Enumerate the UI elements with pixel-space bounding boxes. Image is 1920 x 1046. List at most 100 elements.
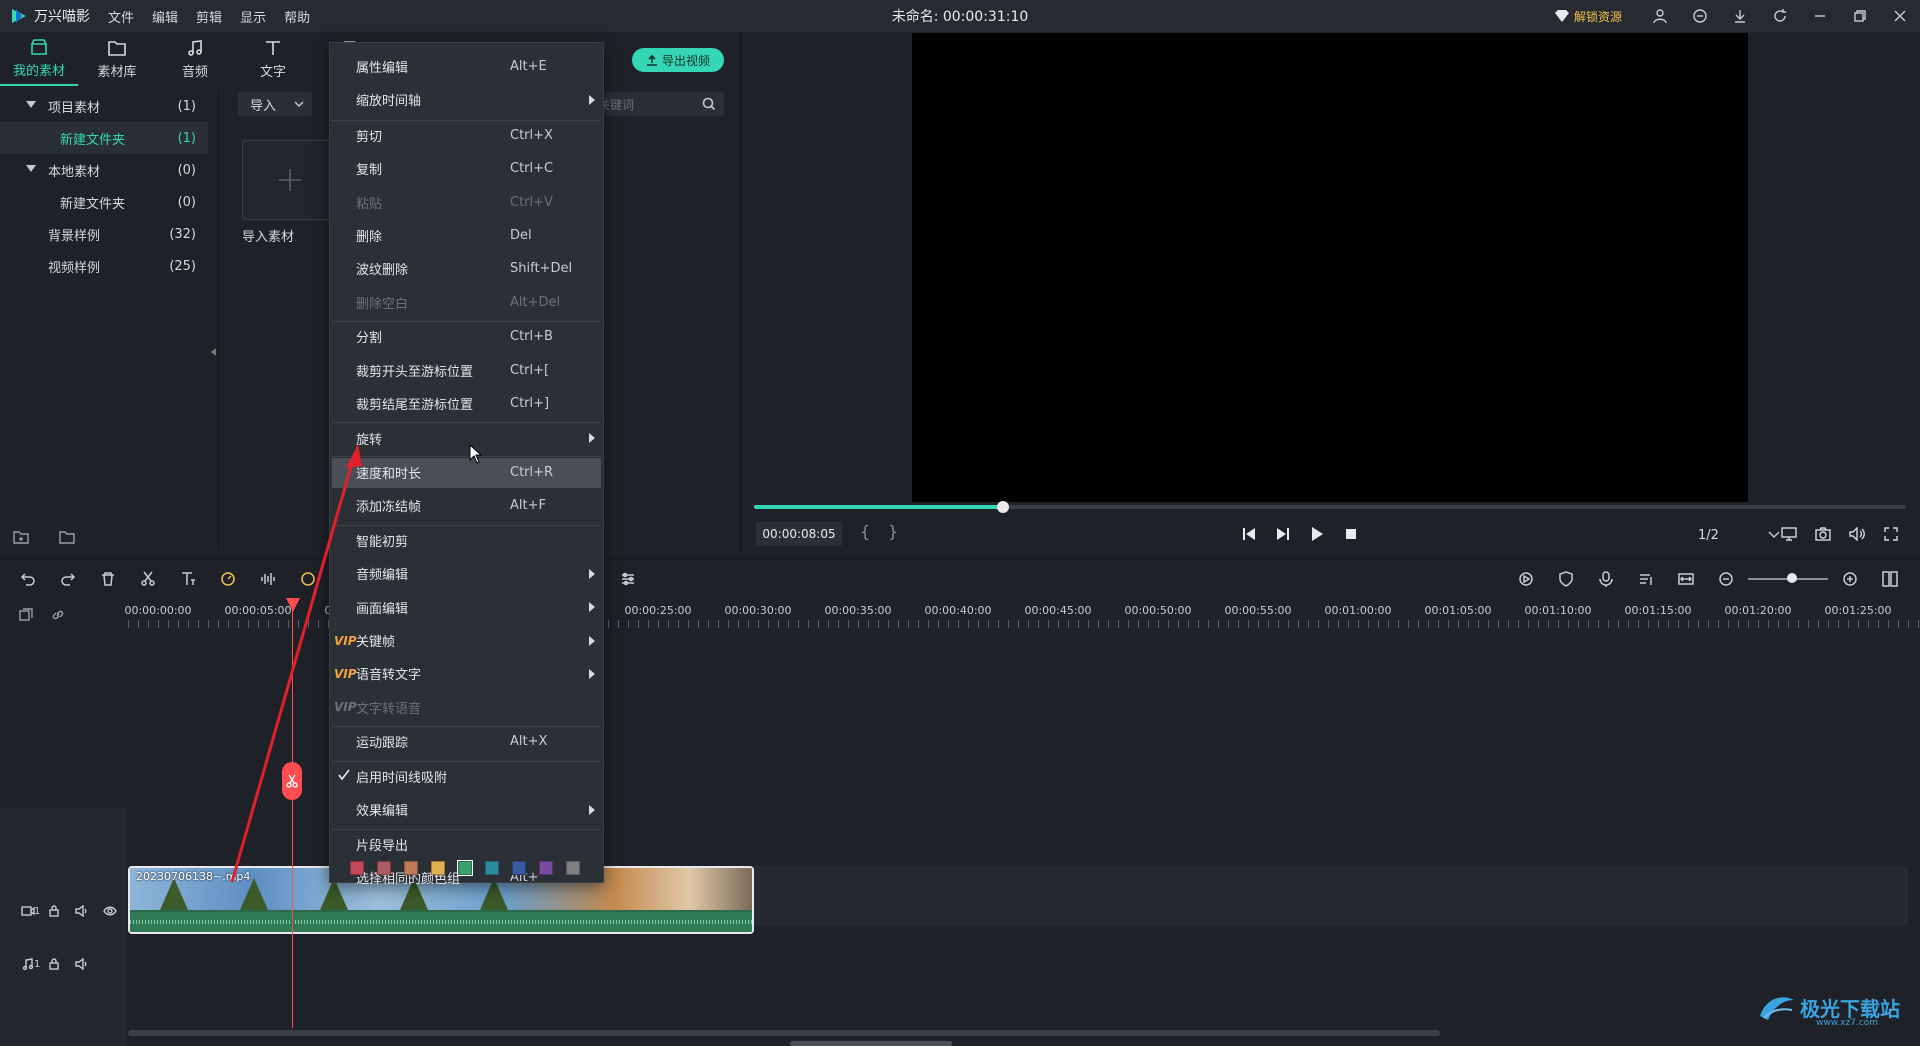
tree-item-new-folder-2[interactable]: 新建文件夹 (0) <box>0 186 208 218</box>
tree-item-new-folder-1[interactable]: 新建文件夹 (1) <box>0 122 208 154</box>
zoom-out-button[interactable] <box>1714 567 1738 591</box>
menu-item[interactable]: 音频编辑 <box>332 559 601 589</box>
lock-track-button[interactable] <box>40 954 68 974</box>
menu-item[interactable]: 运动跟踪 Alt+X <box>332 727 601 757</box>
restore-button[interactable] <box>1840 0 1880 32</box>
account-button[interactable] <box>1640 0 1680 32</box>
hide-track-button[interactable] <box>96 901 124 921</box>
mute-track-button[interactable] <box>68 954 96 974</box>
color-swatch[interactable] <box>431 861 445 875</box>
new-folder-button[interactable] <box>10 526 32 548</box>
lock-track-button[interactable] <box>40 901 68 921</box>
undo-button[interactable] <box>16 567 40 591</box>
menu-item[interactable]: VIP 语音转文字 <box>332 659 601 689</box>
tree-item-video-samples[interactable]: 视频样例 (25) <box>0 250 208 282</box>
timeline-scrollbar[interactable] <box>128 1030 1440 1036</box>
fit-timeline-button[interactable] <box>1674 567 1698 591</box>
import-dropdown[interactable]: 导入 <box>238 92 312 116</box>
tree-item-project-media[interactable]: 项目素材 (1) <box>0 90 208 122</box>
volume-button[interactable] <box>1840 522 1874 546</box>
record-voice-button[interactable] <box>1594 567 1618 591</box>
layout-button[interactable] <box>1878 567 1902 591</box>
add-track-button[interactable] <box>10 606 42 624</box>
menu-item[interactable]: 裁剪结尾至游标位置 Ctrl+] <box>332 388 601 418</box>
menu-file[interactable]: 文件 <box>108 7 134 26</box>
menu-item[interactable]: 效果编辑 <box>332 795 601 825</box>
menu-clip[interactable]: 剪辑 <box>196 7 222 26</box>
menu-item[interactable]: 旋转 <box>332 423 601 453</box>
menu-edit[interactable]: 编辑 <box>152 7 178 26</box>
menu-item[interactable]: 智能初剪 <box>332 526 601 556</box>
play-button[interactable] <box>1300 522 1334 546</box>
tab-text[interactable]: 文字 <box>234 32 312 86</box>
zoom-slider-handle[interactable] <box>1787 573 1797 583</box>
menu-item[interactable]: 添加冻结帧 Alt+F <box>332 491 601 521</box>
redo-button[interactable] <box>56 567 80 591</box>
tree-item-local-media[interactable]: 本地素材 (0) <box>0 154 208 186</box>
audio-wave-button[interactable] <box>256 567 280 591</box>
tab-audio[interactable]: 音频 <box>156 32 234 86</box>
menu-view[interactable]: 显示 <box>240 7 266 26</box>
color-swatch[interactable] <box>485 861 499 875</box>
preview-quality-select[interactable]: 1/2 <box>1690 524 1780 546</box>
menu-help[interactable]: 帮助 <box>284 7 310 26</box>
folder-button[interactable] <box>56 526 78 548</box>
zoom-in-button[interactable] <box>1838 567 1862 591</box>
color-swatch[interactable] <box>457 860 473 876</box>
link-button[interactable] <box>42 606 74 624</box>
export-video-button[interactable]: 导出视频 <box>632 48 724 72</box>
color-swatch[interactable] <box>512 861 526 875</box>
menu-item[interactable]: 删除 Del <box>332 220 601 250</box>
menu-item[interactable]: VIP 关键帧 <box>332 626 601 656</box>
audio-track[interactable] <box>128 932 1908 984</box>
text-tool-button[interactable] <box>176 567 200 591</box>
split-button[interactable] <box>136 567 160 591</box>
timeline-scroll-thumb[interactable] <box>790 1041 952 1046</box>
mark-out-button[interactable]: } <box>888 522 898 541</box>
download-button[interactable] <box>1720 0 1760 32</box>
zoom-slider[interactable] <box>1748 573 1828 583</box>
tab-library[interactable]: 素材库 <box>78 32 156 86</box>
collapse-arrow-icon[interactable] <box>211 348 216 356</box>
color-swatch[interactable] <box>350 861 364 875</box>
menu-item[interactable]: 复制 Ctrl+C <box>332 154 601 184</box>
scrubber-handle[interactable] <box>996 501 1009 513</box>
preview-scrubber[interactable] <box>754 501 1906 513</box>
menu-item[interactable]: 片段导出 <box>332 829 601 859</box>
mute-track-button[interactable] <box>68 901 96 921</box>
snapshot-button[interactable] <box>1806 522 1840 546</box>
menu-item[interactable]: 速度和时长 Ctrl+R <box>332 457 601 488</box>
menu-item[interactable]: 剪切 Ctrl+X <box>332 120 601 150</box>
split-at-playhead-button[interactable] <box>282 762 302 800</box>
marker-button[interactable] <box>1554 567 1578 591</box>
close-button[interactable] <box>1880 0 1920 32</box>
menu-item[interactable]: 缩放时间轴 <box>332 85 601 115</box>
adjust-button[interactable] <box>616 567 640 591</box>
prev-frame-button[interactable] <box>1232 522 1266 546</box>
playhead-handle[interactable] <box>286 598 300 612</box>
menu-item[interactable]: 波纹删除 Shift+Del <box>332 254 601 284</box>
playhead[interactable] <box>292 598 293 1028</box>
audio-mixer-button[interactable] <box>1634 567 1658 591</box>
color-swatch[interactable] <box>566 861 580 875</box>
speed-button[interactable] <box>216 567 240 591</box>
mark-in-button[interactable]: { <box>860 522 870 541</box>
tab-my-media[interactable]: 我的素材 <box>0 32 78 86</box>
fullscreen-button[interactable] <box>1874 522 1908 546</box>
delete-button[interactable] <box>96 567 120 591</box>
search-input[interactable]: 关键词 <box>588 92 724 116</box>
menu-item[interactable]: 属性编辑 Alt+E <box>332 51 601 81</box>
expand-arrow-icon[interactable] <box>26 101 36 108</box>
menu-item[interactable]: 裁剪开头至游标位置 Ctrl+[ <box>332 355 601 385</box>
ai-button[interactable] <box>296 567 320 591</box>
minimize-button[interactable] <box>1800 0 1840 32</box>
menu-item[interactable]: 分割 Ctrl+B <box>332 322 601 352</box>
stop-button[interactable] <box>1334 522 1368 546</box>
import-media-card[interactable] <box>242 140 338 220</box>
color-swatch[interactable] <box>377 861 391 875</box>
render-button[interactable] <box>1514 567 1538 591</box>
tree-item-background-samples[interactable]: 背景样例 (32) <box>0 218 208 250</box>
color-swatch[interactable] <box>539 861 553 875</box>
unlock-resources-button[interactable]: 解锁资源 <box>1554 8 1622 25</box>
color-swatch[interactable] <box>404 861 418 875</box>
